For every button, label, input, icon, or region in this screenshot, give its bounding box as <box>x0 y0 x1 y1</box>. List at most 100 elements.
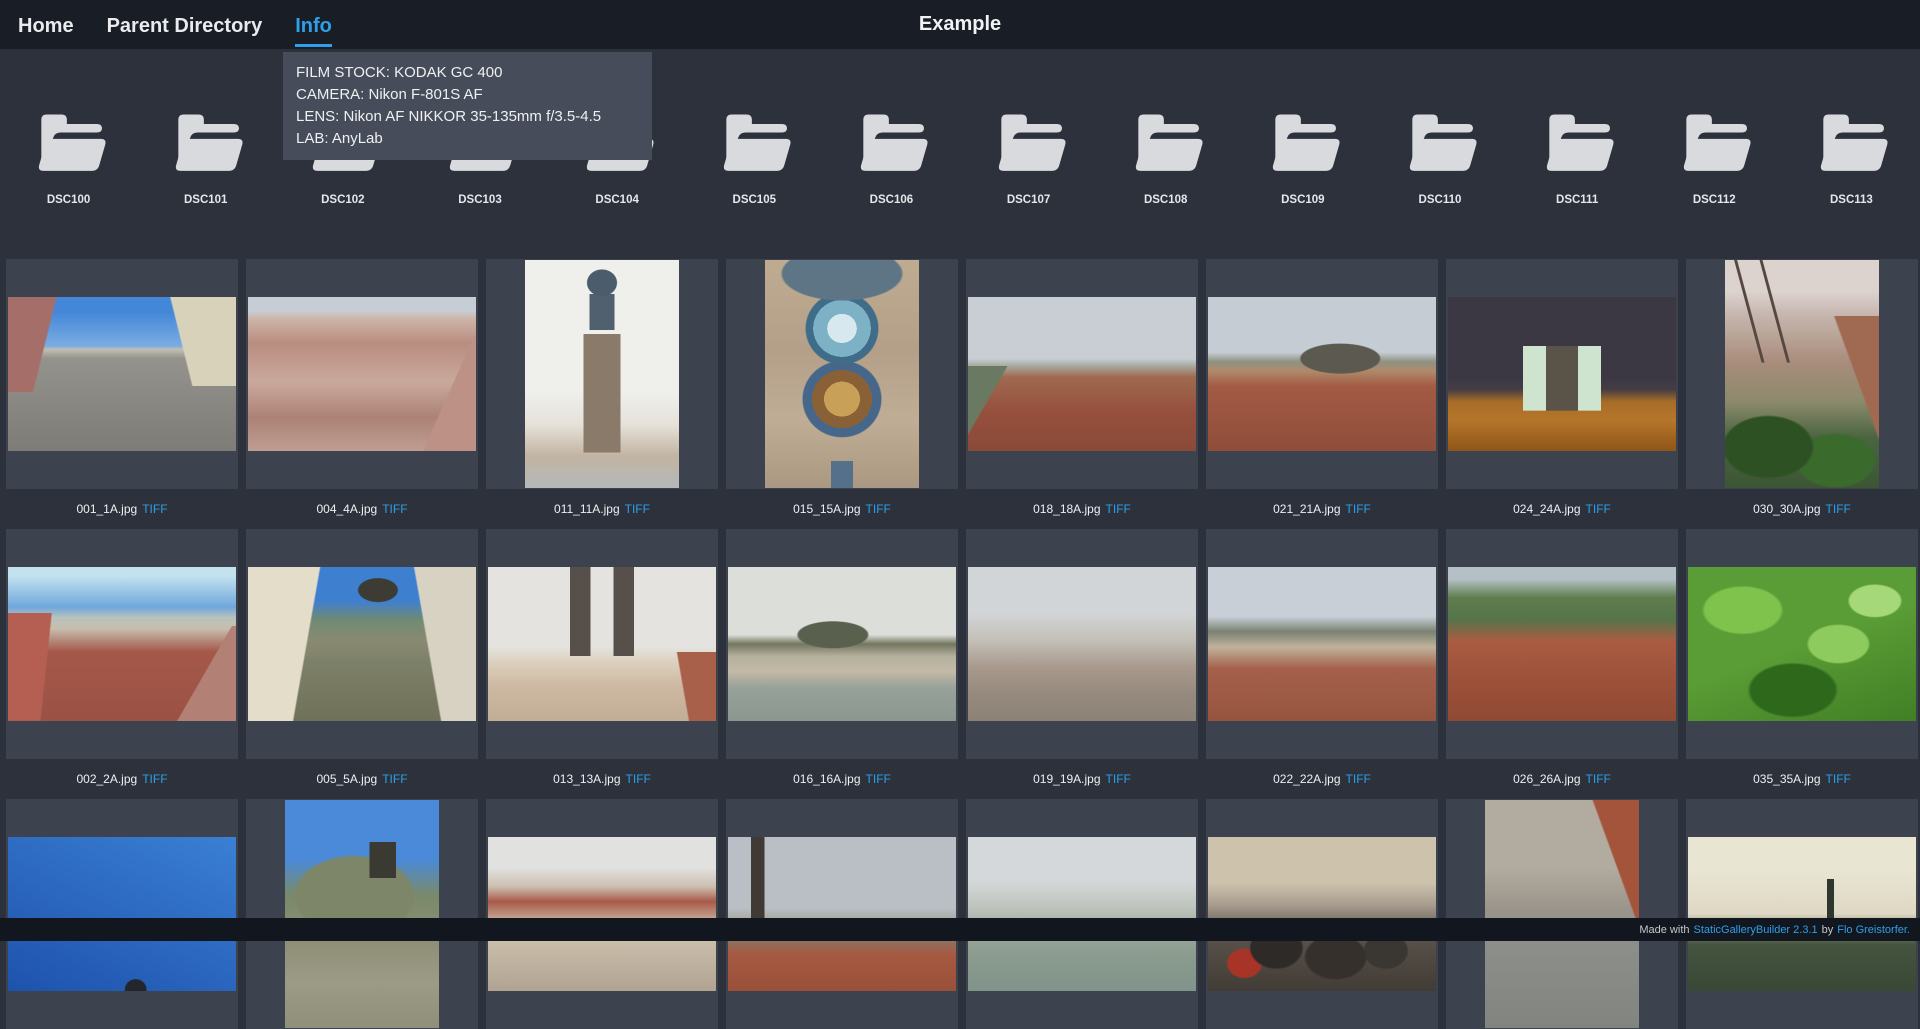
folder-item[interactable]: DSC105 <box>686 107 823 206</box>
tiff-link[interactable]: TIFF <box>1826 502 1851 516</box>
folder-item[interactable]: DSC108 <box>1097 107 1234 206</box>
photo-thumbnail[interactable] <box>1448 297 1676 451</box>
photo-thumbnail[interactable] <box>1725 260 1879 488</box>
filename-link[interactable]: 013_13A.jpg <box>553 772 620 786</box>
photo-thumbnail[interactable] <box>488 837 716 991</box>
tiff-link[interactable]: TIFF <box>866 502 891 516</box>
photo-thumbnail[interactable] <box>1485 800 1639 1028</box>
folder-item[interactable]: DSC111 <box>1509 107 1646 206</box>
builder-link[interactable]: StaticGalleryBuilder 2.3.1 <box>1694 924 1818 936</box>
tiff-link[interactable]: TIFF <box>1346 502 1371 516</box>
thumbnail-caption: 016_16A.jpg TIFF <box>726 759 958 799</box>
folder-item[interactable]: DSC100 <box>0 107 137 206</box>
photo-thumbnail[interactable] <box>1208 297 1436 451</box>
thumbnail-tile <box>246 259 478 489</box>
photo-thumbnail[interactable] <box>968 297 1196 451</box>
gallery-cell: 016_16A.jpg TIFF <box>726 529 958 799</box>
filename-link[interactable]: 011_11A.jpg <box>554 502 620 516</box>
filename-link[interactable]: 015_15A.jpg <box>793 502 860 516</box>
filename-link[interactable]: 035_35A.jpg <box>1753 772 1820 786</box>
photo-thumbnail[interactable] <box>1688 837 1916 991</box>
gallery-cell <box>246 799 478 1029</box>
tiff-link[interactable]: TIFF <box>1586 502 1611 516</box>
nav-home[interactable]: Home <box>18 3 74 47</box>
thumbnail-caption: 026_26A.jpg TIFF <box>1446 759 1678 799</box>
thumbnail-tile <box>486 799 718 1029</box>
open-folder-icon <box>711 107 797 173</box>
filename-link[interactable]: 030_30A.jpg <box>1753 502 1820 516</box>
photo-thumbnail[interactable] <box>728 837 956 991</box>
tiff-link[interactable]: TIFF <box>1826 772 1851 786</box>
filename-link[interactable]: 016_16A.jpg <box>793 772 860 786</box>
filename-link[interactable]: 022_22A.jpg <box>1273 772 1340 786</box>
filename-link[interactable]: 019_19A.jpg <box>1033 772 1100 786</box>
gallery-row <box>0 799 1920 1029</box>
tiff-link[interactable]: TIFF <box>1106 502 1131 516</box>
photo-thumbnail[interactable] <box>728 567 956 721</box>
filename-link[interactable]: 002_2A.jpg <box>76 772 137 786</box>
top-nav-bar: Home Parent Directory Info Example <box>0 0 1920 49</box>
photo-thumbnail[interactable] <box>1208 837 1436 991</box>
thumbnail-tile <box>966 799 1198 1029</box>
thumbnail-tile <box>1446 259 1678 489</box>
tiff-link[interactable]: TIFF <box>1106 772 1131 786</box>
filename-link[interactable]: 021_21A.jpg <box>1273 502 1340 516</box>
gallery-cell: 019_19A.jpg TIFF <box>966 529 1198 799</box>
folder-item[interactable]: DSC107 <box>960 107 1097 206</box>
folder-item[interactable]: DSC109 <box>1234 107 1371 206</box>
photo-thumbnail[interactable] <box>765 260 919 488</box>
photo-thumbnail[interactable] <box>525 260 679 488</box>
photo-thumbnail[interactable] <box>1688 567 1916 721</box>
tiff-link[interactable]: TIFF <box>625 502 650 516</box>
photo-thumbnail[interactable] <box>968 567 1196 721</box>
filename-link[interactable]: 024_24A.jpg <box>1513 502 1580 516</box>
gallery-cell <box>486 799 718 1029</box>
folder-label: DSC109 <box>1281 194 1325 206</box>
page-title: Example <box>918 13 1002 35</box>
filename-link[interactable]: 018_18A.jpg <box>1033 502 1100 516</box>
thumbnail-caption: 018_18A.jpg TIFF <box>966 489 1198 529</box>
tiff-link[interactable]: TIFF <box>142 502 167 516</box>
thumbnail-caption: 021_21A.jpg TIFF <box>1206 489 1438 529</box>
tiff-link[interactable]: TIFF <box>1586 772 1611 786</box>
filename-link[interactable]: 026_26A.jpg <box>1513 772 1580 786</box>
photo-thumbnail[interactable] <box>8 567 236 721</box>
open-folder-icon <box>1808 107 1894 173</box>
photo-thumbnail[interactable] <box>8 297 236 451</box>
tiff-link[interactable]: TIFF <box>1346 772 1371 786</box>
photo-thumbnail[interactable] <box>488 567 716 721</box>
photo-thumbnail[interactable] <box>1448 567 1676 721</box>
folder-item[interactable]: DSC101 <box>137 107 274 206</box>
folder-item[interactable]: DSC113 <box>1783 107 1920 206</box>
thumbnail-tile <box>966 529 1198 759</box>
open-folder-icon <box>1123 107 1209 173</box>
gallery-cell: 005_5A.jpg TIFF <box>246 529 478 799</box>
gallery-cell: 030_30A.jpg TIFF <box>1686 259 1918 529</box>
filename-link[interactable]: 004_4A.jpg <box>316 502 377 516</box>
tiff-link[interactable]: TIFF <box>382 772 407 786</box>
photo-thumbnail[interactable] <box>248 297 476 451</box>
footer-bar: Made with StaticGalleryBuilder 2.3.1 by … <box>0 918 1920 941</box>
thumbnail-caption: 024_24A.jpg TIFF <box>1446 489 1678 529</box>
photo-thumbnail[interactable] <box>1208 567 1436 721</box>
thumbnail-caption: 030_30A.jpg TIFF <box>1686 489 1918 529</box>
folder-item[interactable]: DSC106 <box>823 107 960 206</box>
tooltip-line-lab: LAB: AnyLab <box>296 130 383 147</box>
photo-thumbnail[interactable] <box>968 837 1196 991</box>
folder-item[interactable]: DSC110 <box>1371 107 1508 206</box>
tiff-link[interactable]: TIFF <box>866 772 891 786</box>
filename-link[interactable]: 001_1A.jpg <box>76 502 137 516</box>
folder-label: DSC106 <box>869 194 914 206</box>
nav-info[interactable]: Info <box>295 3 332 47</box>
tiff-link[interactable]: TIFF <box>626 772 651 786</box>
filename-link[interactable]: 005_5A.jpg <box>316 772 377 786</box>
photo-thumbnail[interactable] <box>8 837 236 991</box>
tiff-link[interactable]: TIFF <box>382 502 407 516</box>
author-link[interactable]: Flo Greistorfer. <box>1837 924 1910 936</box>
nav-parent-directory[interactable]: Parent Directory <box>107 3 263 47</box>
photo-thumbnail[interactable] <box>285 800 439 1028</box>
thumbnail-caption: 013_13A.jpg TIFF <box>486 759 718 799</box>
photo-thumbnail[interactable] <box>248 567 476 721</box>
folder-item[interactable]: DSC112 <box>1646 107 1783 206</box>
tiff-link[interactable]: TIFF <box>142 772 167 786</box>
